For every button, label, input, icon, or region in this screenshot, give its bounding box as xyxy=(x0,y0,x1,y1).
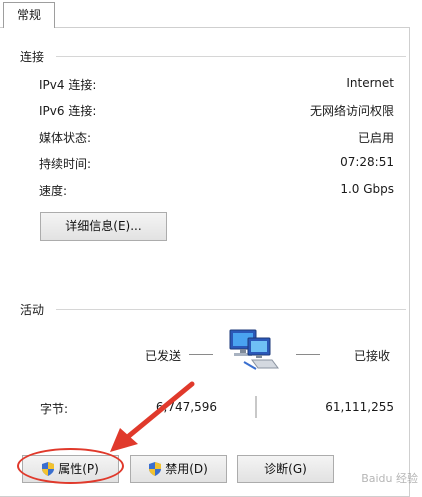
bytes-received-value: 61,111,255 xyxy=(325,400,394,414)
network-computers-icon xyxy=(229,329,279,370)
connection-section-title: 连接 xyxy=(20,50,45,64)
diagnose-button[interactable]: 诊断(G) xyxy=(237,455,334,483)
speed-label: 速度: xyxy=(39,184,68,198)
bytes-label: 字节: xyxy=(40,402,69,416)
ipv6-value: 无网络访问权限 xyxy=(309,104,394,118)
activity-section-divider xyxy=(56,309,406,310)
tab-strip: 常规 xyxy=(0,0,422,28)
duration-label: 持续时间: xyxy=(39,157,92,171)
media-state-label: 媒体状态: xyxy=(39,131,92,145)
speed-value: 1.0 Gbps xyxy=(340,182,394,196)
sent-dash xyxy=(189,354,213,355)
connection-section-divider xyxy=(56,56,406,57)
received-label: 已接收 xyxy=(354,349,391,363)
ipv4-value: Internet xyxy=(346,76,394,90)
ipv6-label: IPv6 连接: xyxy=(39,104,97,118)
uac-shield-icon xyxy=(149,462,162,476)
properties-button[interactable]: 属性(P) xyxy=(22,455,119,483)
duration-value: 07:28:51 xyxy=(340,155,394,169)
properties-button-label: 属性(P) xyxy=(58,462,99,476)
watermark: Baidu 经验 xyxy=(361,472,418,485)
disable-button[interactable]: 禁用(D) xyxy=(130,455,227,483)
sent-label: 已发送 xyxy=(145,349,182,363)
bytes-separator xyxy=(255,396,257,418)
details-button[interactable]: 详细信息(E)... xyxy=(40,212,167,241)
annotation-arrow-icon xyxy=(110,381,195,452)
media-state-value: 已启用 xyxy=(357,131,394,145)
received-dash xyxy=(296,354,320,355)
ipv4-label: IPv4 连接: xyxy=(39,78,97,92)
disable-button-label: 禁用(D) xyxy=(165,462,208,476)
activity-section-title: 活动 xyxy=(20,303,45,317)
uac-shield-icon xyxy=(42,462,55,476)
tab-general[interactable]: 常规 xyxy=(3,2,55,28)
